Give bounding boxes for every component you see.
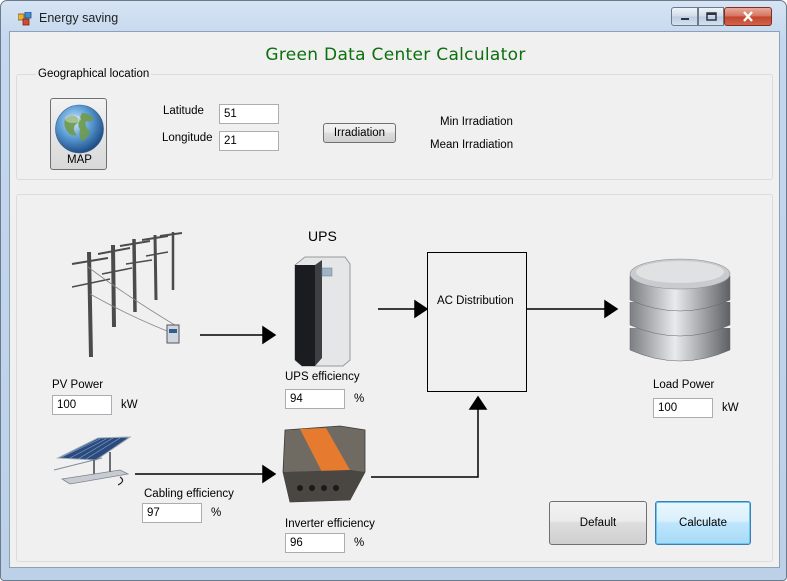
cabling-efficiency-input[interactable]: 97 xyxy=(142,503,202,523)
ups-title: UPS xyxy=(308,228,337,244)
app-window: Energy saving Green Data Center Calculat… xyxy=(0,0,787,581)
map-button[interactable]: MAP xyxy=(50,98,107,170)
close-button[interactable] xyxy=(724,7,772,26)
latitude-input[interactable]: 51 xyxy=(219,104,279,124)
min-irradiation-label: Min Irradiation xyxy=(440,116,513,128)
inverter-icon xyxy=(282,425,366,503)
minimize-icon xyxy=(680,17,689,20)
default-button[interactable]: Default xyxy=(549,501,647,545)
inverter-efficiency-input[interactable]: 96 xyxy=(285,533,345,553)
window-title: Energy saving xyxy=(39,11,119,25)
longitude-label: Longitude xyxy=(162,132,213,144)
latitude-label: Latitude xyxy=(163,105,204,117)
close-icon xyxy=(743,11,753,22)
ac-distribution-label: AC Distribution xyxy=(437,295,514,307)
maximize-button[interactable] xyxy=(698,7,724,26)
ups-efficiency-input[interactable]: 94 xyxy=(285,389,345,409)
longitude-input[interactable]: 21 xyxy=(219,131,279,151)
map-button-label: MAP xyxy=(67,154,92,166)
pv-power-input[interactable]: 100 xyxy=(52,395,112,415)
client-area: Green Data Center Calculator Geographica… xyxy=(9,31,780,568)
load-power-unit: kW xyxy=(722,402,739,414)
load-power-input[interactable]: 100 xyxy=(653,398,713,418)
ac-distribution-box: AC Distribution xyxy=(427,252,527,392)
minimize-button[interactable] xyxy=(671,7,698,26)
load-power-label: Load Power xyxy=(653,379,715,391)
ups-efficiency-label: UPS efficiency xyxy=(285,371,360,383)
irradiation-button[interactable]: Irradiation xyxy=(323,123,396,143)
pv-power-label: PV Power xyxy=(52,379,104,391)
inverter-efficiency-label: Inverter efficiency xyxy=(285,518,375,530)
inverter-efficiency-unit: % xyxy=(354,537,365,549)
page-title: Green Data Center Calculator xyxy=(265,45,526,65)
ups-icon xyxy=(294,256,351,367)
maximize-icon xyxy=(705,12,717,21)
mean-irradiation-label: Mean Irradiation xyxy=(430,139,514,151)
ups-efficiency-unit: % xyxy=(354,393,365,405)
cabling-efficiency-unit: % xyxy=(211,507,222,519)
title-bar[interactable]: Energy saving xyxy=(1,1,786,33)
database-icon xyxy=(629,258,731,362)
app-icon xyxy=(18,12,32,26)
cabling-efficiency-label: Cabling efficiency xyxy=(144,488,234,500)
pv-power-unit: kW xyxy=(121,399,138,411)
calculate-button[interactable]: Calculate xyxy=(655,501,751,545)
geo-group-label: Geographical location xyxy=(36,68,152,80)
